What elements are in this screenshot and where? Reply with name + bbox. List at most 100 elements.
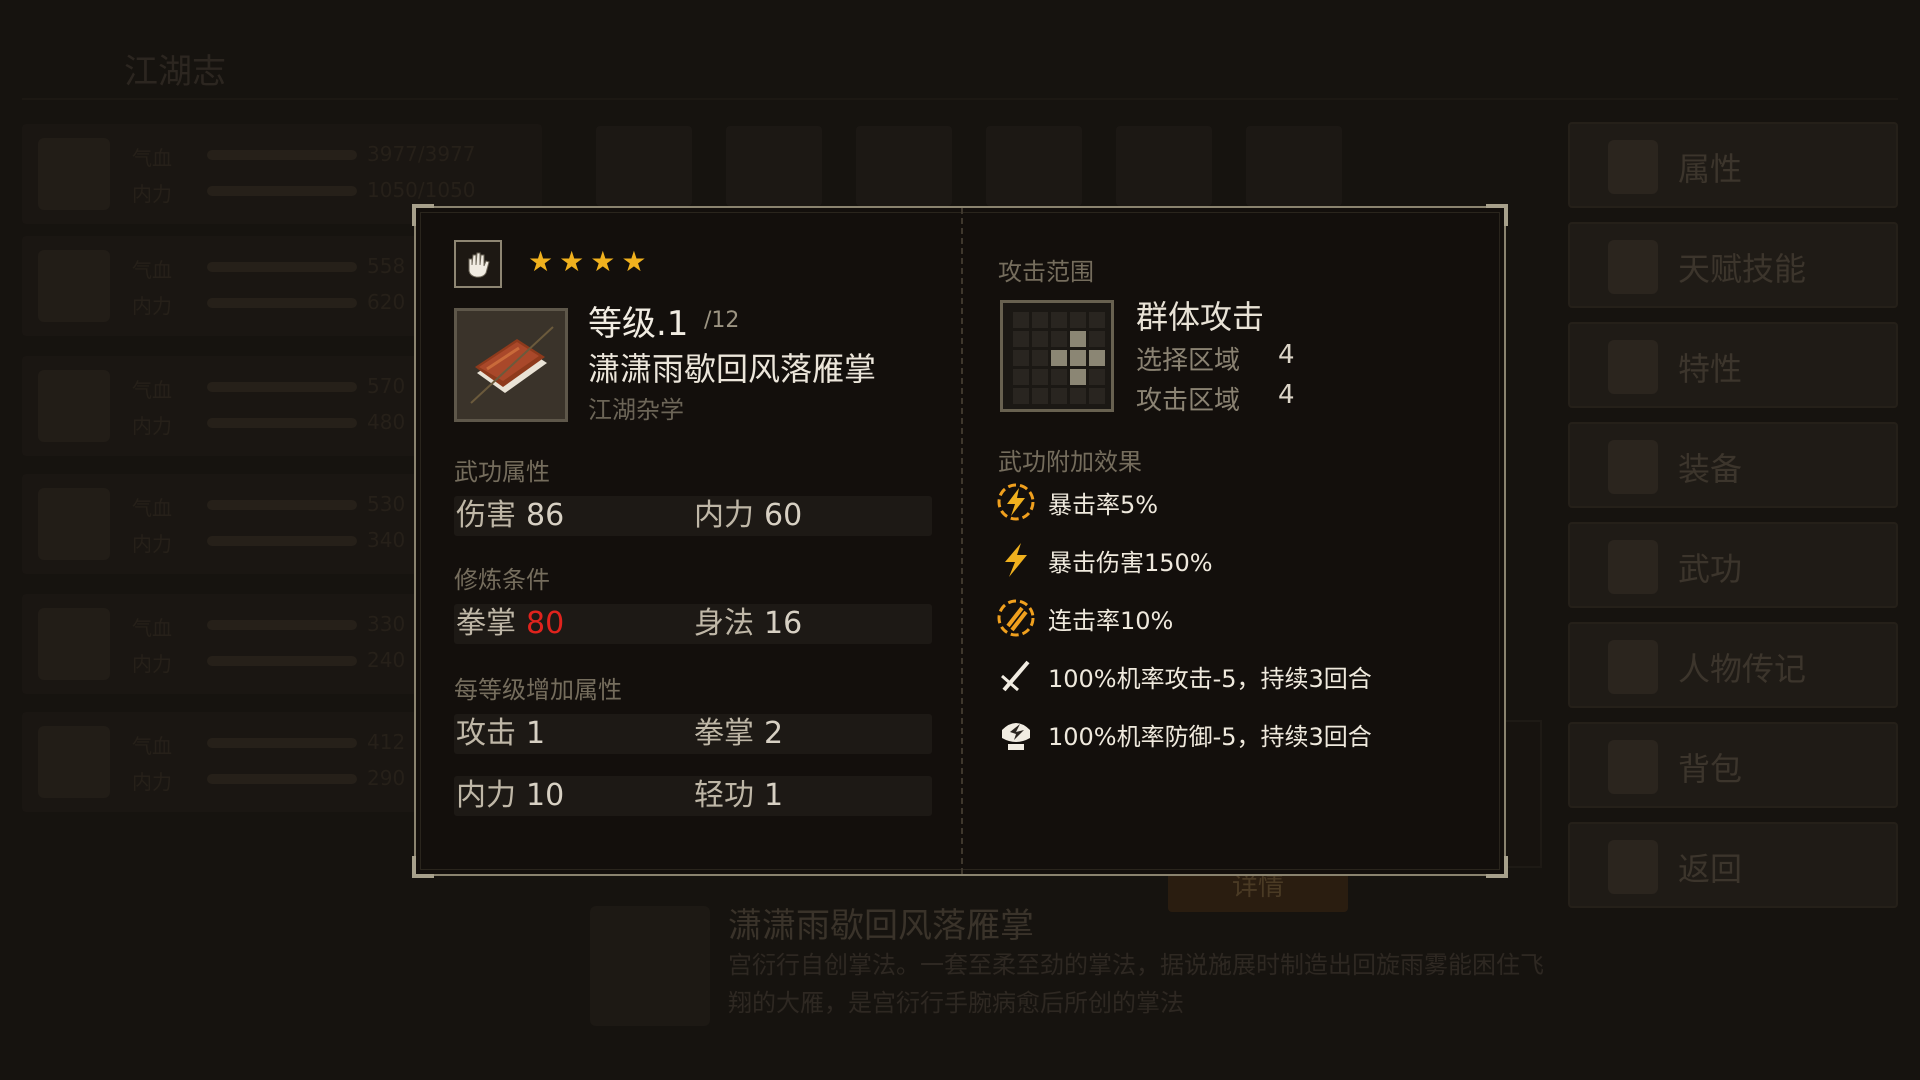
stat-key: 身法 (694, 606, 754, 641)
skill-slot[interactable] (596, 126, 692, 206)
menu-button-label: 天赋技能 (1678, 250, 1807, 288)
range-cell (1089, 369, 1105, 385)
mp-value: 290 (367, 766, 406, 790)
range-cell-active (1051, 350, 1067, 366)
mp-label: 内力 (132, 770, 172, 794)
effect-text: 暴击伤害150% (1048, 548, 1213, 577)
mp-bar (207, 774, 357, 784)
range-cell (1013, 388, 1029, 404)
stat-key: 攻击 (456, 716, 516, 751)
character-portrait (38, 726, 110, 798)
talent-icon (1608, 240, 1658, 294)
hp-bar (207, 150, 357, 160)
hp-label: 气血 (132, 146, 172, 170)
effect-text: 暴击率5% (1048, 490, 1159, 519)
mp-bar (207, 418, 357, 428)
select-area-label: 选择区域 (1136, 346, 1241, 376)
range-cell (1051, 388, 1067, 404)
skill-slot[interactable] (986, 126, 1082, 206)
attr-cell: 伤害 86 (456, 496, 564, 536)
perlevel-heading: 每等级增加属性 (454, 676, 622, 704)
attack-area-value: 4 (1278, 380, 1295, 410)
stat-key: 伤害 (456, 498, 516, 533)
skill-slot[interactable] (1246, 126, 1342, 206)
person-icon (1608, 140, 1658, 194)
range-cell (1051, 369, 1067, 385)
mp-value: 480 (367, 410, 406, 434)
menu-button[interactable]: 人物传记 (1568, 622, 1898, 708)
attack-range-grid (1000, 300, 1114, 412)
skill-slot[interactable] (856, 126, 952, 206)
perlevel-cell: 攻击 1 (456, 714, 545, 754)
mp-value: 620 (367, 290, 406, 314)
stat-key: 拳掌 (694, 716, 754, 751)
perlevel-cell: 轻功 1 (694, 776, 783, 816)
hp-value: 530 (367, 492, 406, 516)
req-heading: 修炼条件 (454, 566, 550, 594)
character-portrait (38, 488, 110, 560)
hp-label: 气血 (132, 496, 172, 520)
stat-value: 10 (526, 778, 565, 813)
skill-slot[interactable] (726, 126, 822, 206)
corner-ornament (412, 204, 434, 226)
menu-button[interactable]: 背包 (1568, 722, 1898, 808)
hp-label: 气血 (132, 734, 172, 758)
sword-icon (1608, 440, 1658, 494)
menu-button[interactable]: 属性 (1568, 122, 1898, 208)
stat-key: 内力 (694, 498, 754, 533)
mp-label: 内力 (132, 532, 172, 556)
range-heading: 攻击范围 (998, 258, 1094, 286)
stat-value: 60 (764, 498, 803, 533)
scroll-icon (1608, 640, 1658, 694)
star-icon: ★ (590, 245, 616, 278)
effect-text: 连击率10% (1048, 606, 1174, 635)
menu-button[interactable]: 天赋技能 (1568, 222, 1898, 308)
stat-key: 内力 (456, 778, 516, 813)
mp-value: 340 (367, 528, 406, 552)
bottom-skill-icon (590, 906, 710, 1026)
range-cell (1032, 388, 1048, 404)
skill-slot[interactable] (1116, 126, 1212, 206)
menu-button[interactable]: 特性 (1568, 322, 1898, 408)
range-cell (1032, 369, 1048, 385)
bottom-skill-description: 宫衍行自创掌法。一套至柔至劲的掌法，据说施展时制造出回旋雨雾能困住飞翔的大雁，是… (728, 951, 1544, 1017)
book-icon (1608, 540, 1658, 594)
hp-bar (207, 738, 357, 748)
stat-value: 1 (526, 716, 546, 751)
header-title: 江湖志 (124, 52, 226, 92)
hp-bar (207, 500, 357, 510)
menu-button[interactable]: 返回 (1568, 822, 1898, 908)
skill-book-icon (454, 308, 568, 422)
character-portrait (38, 138, 110, 210)
rarity-stars: ★ ★ ★ ★ (528, 248, 646, 276)
attr-row: 伤害 86 内力 60 (454, 496, 932, 536)
menu-button[interactable]: 武功 (1568, 522, 1898, 608)
hp-bar (207, 620, 357, 630)
perlevel-row: 攻击 1 拳掌 2 (454, 714, 932, 754)
mp-bar (207, 186, 357, 196)
hp-value: 412 (367, 730, 406, 754)
door-icon (1608, 840, 1658, 894)
effect-defense-down: 100%机率防御-5，持续3回合 (994, 712, 1372, 756)
effect-combo-rate: 连击率10% (994, 596, 1173, 640)
hp-value: 330 (367, 612, 406, 636)
range-cell-active (1070, 331, 1086, 347)
effect-crit-rate: 暴击率5% (994, 480, 1158, 524)
req-row: 拳掌 80 身法 16 (454, 604, 932, 644)
star-icon: ★ (559, 245, 585, 278)
menu-button-label: 特性 (1678, 350, 1743, 388)
range-cell (1032, 312, 1048, 328)
hp-label: 气血 (132, 258, 172, 282)
mp-bar (207, 298, 357, 308)
range-cell (1089, 331, 1105, 347)
range-cell (1051, 331, 1067, 347)
select-area-value: 4 (1278, 340, 1295, 370)
perlevel-row: 内力 10 轻功 1 (454, 776, 932, 816)
trait-icon (1608, 340, 1658, 394)
skill-level: 等级.1 (588, 304, 689, 344)
mp-value: 1050/1050 (367, 178, 476, 202)
crit-damage-icon (994, 538, 1038, 582)
range-cell (1051, 312, 1067, 328)
menu-button[interactable]: 装备 (1568, 422, 1898, 508)
crit-rate-icon (994, 480, 1038, 524)
